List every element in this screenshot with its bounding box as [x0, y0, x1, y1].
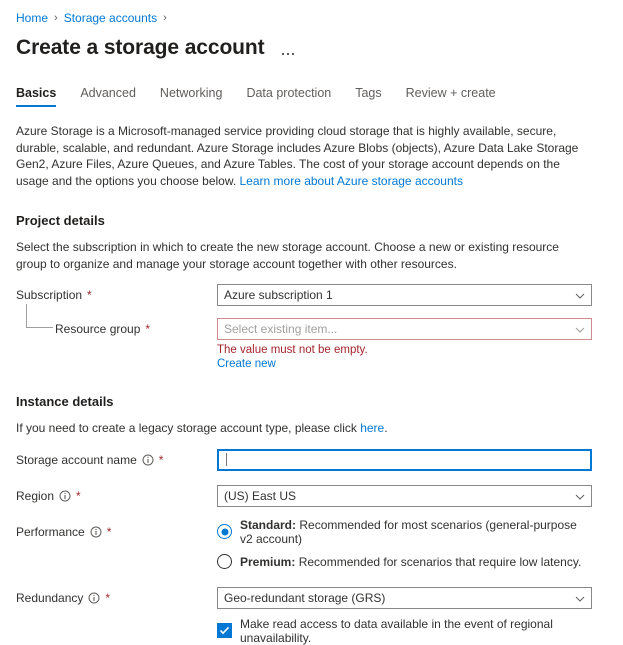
- subscription-value: Azure subscription 1: [224, 288, 333, 302]
- resource-group-label: Resource group: [55, 322, 141, 336]
- required-asterisk: *: [76, 488, 81, 503]
- title-row: Create a storage account: [0, 26, 623, 63]
- info-icon[interactable]: [88, 592, 100, 604]
- performance-premium-desc: Recommended for scenarios that require l…: [295, 554, 582, 569]
- resource-group-select[interactable]: Select existing item...: [217, 318, 592, 340]
- performance-label-group: Performance *: [16, 521, 217, 539]
- region-label: Region: [16, 488, 55, 503]
- checkbox-checked-icon[interactable]: [217, 623, 232, 638]
- region-value: (US) East US: [224, 488, 297, 503]
- required-asterisk: *: [87, 288, 92, 302]
- redundancy-select[interactable]: Geo-redundant storage (GRS): [217, 586, 592, 609]
- learn-more-link[interactable]: Learn more about Azure storage accounts: [240, 174, 463, 188]
- breadcrumb: Home › Storage accounts ›: [0, 0, 623, 26]
- performance-premium-name: Premium:: [240, 554, 296, 569]
- chevron-down-icon: [575, 290, 585, 300]
- redundancy-value: Geo-redundant storage (GRS): [224, 590, 386, 605]
- radio-premium-icon[interactable]: [217, 554, 232, 569]
- info-icon[interactable]: [90, 526, 102, 538]
- subscription-select[interactable]: Azure subscription 1: [217, 284, 592, 306]
- project-details-description: Select the subscription in which to crea…: [16, 240, 559, 271]
- required-asterisk: *: [145, 322, 151, 336]
- resource-group-field-row: Resource group * Select existing item...…: [0, 304, 623, 370]
- redundancy-control: Geo-redundant storage (GRS) Make read ac…: [217, 586, 592, 645]
- performance-option-premium[interactable]: Premium: Recommended for scenarios that …: [217, 551, 592, 573]
- performance-label: Performance: [16, 524, 85, 539]
- redundancy-label: Redundancy: [16, 590, 84, 605]
- intro-text: Azure Storage is a Microsoft-managed ser…: [16, 123, 592, 189]
- tab-data-protection[interactable]: Data protection: [246, 86, 331, 107]
- create-new-resource-group-link[interactable]: Create new: [217, 358, 276, 370]
- chevron-right-icon: ›: [163, 11, 167, 24]
- tree-connector-icon: [26, 304, 53, 328]
- storage-account-name-field-row: Storage account name *: [0, 448, 623, 471]
- region-label-group: Region *: [16, 485, 217, 503]
- create-storage-account-page: Home › Storage accounts › Create a stora…: [0, 0, 623, 645]
- chevron-down-icon: [575, 324, 585, 334]
- info-icon[interactable]: [142, 454, 154, 466]
- performance-field-row: Performance * Standard: Recommended for …: [0, 518, 623, 573]
- chevron-right-icon: ›: [54, 11, 58, 24]
- resource-group-error-message: The value must not be empty.: [217, 344, 368, 356]
- info-icon[interactable]: [59, 490, 71, 502]
- radio-standard-icon[interactable]: [217, 524, 232, 539]
- tab-networking[interactable]: Networking: [160, 86, 223, 107]
- more-options-icon[interactable]: [279, 37, 298, 59]
- resource-group-label-group: Resource group *: [16, 304, 217, 336]
- instance-details-description: If you need to create a legacy storage a…: [16, 420, 592, 437]
- tab-review-create[interactable]: Review + create: [406, 86, 496, 107]
- storage-account-name-label: Storage account name: [16, 452, 137, 467]
- redundancy-read-access-checkbox-row[interactable]: Make read access to data available in th…: [217, 617, 592, 645]
- required-asterisk: *: [105, 590, 111, 605]
- chevron-down-icon: [575, 593, 585, 603]
- instance-details-heading: Instance details: [16, 394, 114, 409]
- page-title: Create a storage account: [16, 36, 265, 59]
- performance-premium-text: Premium: Recommended for scenarios that …: [240, 555, 581, 569]
- redundancy-checkbox-label: Make read access to data available in th…: [240, 616, 553, 645]
- performance-control: Standard: Recommended for most scenarios…: [217, 518, 592, 573]
- performance-standard-text: Standard: Recommended for most scenarios…: [240, 518, 592, 546]
- text-caret: [226, 453, 227, 466]
- subscription-label-group: Subscription *: [16, 284, 217, 302]
- tab-basics[interactable]: Basics: [16, 86, 57, 107]
- storage-account-name-label-group: Storage account name *: [16, 449, 217, 467]
- subscription-label: Subscription: [16, 288, 83, 302]
- tab-advanced[interactable]: Advanced: [80, 86, 136, 107]
- legacy-text-prefix: If you need to create a legacy storage a…: [16, 421, 361, 435]
- redundancy-field-row: Redundancy * Geo-redundant storage (GRS): [0, 586, 623, 645]
- chevron-down-icon: [575, 491, 585, 501]
- project-details-heading: Project details: [16, 213, 105, 228]
- region-field-row: Region * (US) East US: [0, 484, 623, 507]
- project-details-form: Subscription * Azure subscription 1 Reso…: [0, 284, 623, 370]
- legacy-text-suffix: .: [384, 421, 388, 435]
- instance-details-form: Storage account name * Region * (US) Eas…: [0, 448, 623, 645]
- subscription-control: Azure subscription 1: [217, 284, 592, 306]
- breadcrumb-item-storage-accounts[interactable]: Storage accounts: [64, 11, 157, 25]
- resource-group-placeholder: Select existing item...: [224, 322, 338, 336]
- storage-account-name-input[interactable]: [217, 448, 592, 471]
- redundancy-label-group: Redundancy *: [16, 587, 217, 605]
- subscription-field-row: Subscription * Azure subscription 1: [0, 284, 623, 306]
- legacy-here-link[interactable]: here: [360, 421, 384, 435]
- performance-option-standard[interactable]: Standard: Recommended for most scenarios…: [217, 518, 592, 546]
- required-asterisk: *: [158, 452, 164, 467]
- storage-account-name-control: [217, 448, 592, 471]
- breadcrumb-item-home[interactable]: Home: [16, 11, 48, 25]
- resource-group-control: Select existing item... The value must n…: [217, 318, 592, 370]
- region-control: (US) East US: [217, 484, 592, 507]
- required-asterisk: *: [106, 524, 112, 539]
- tab-bar: Basics Advanced Networking Data protecti…: [0, 63, 623, 107]
- performance-standard-name: Standard:: [240, 517, 297, 532]
- tab-tags[interactable]: Tags: [355, 86, 381, 107]
- region-select[interactable]: (US) East US: [217, 484, 592, 507]
